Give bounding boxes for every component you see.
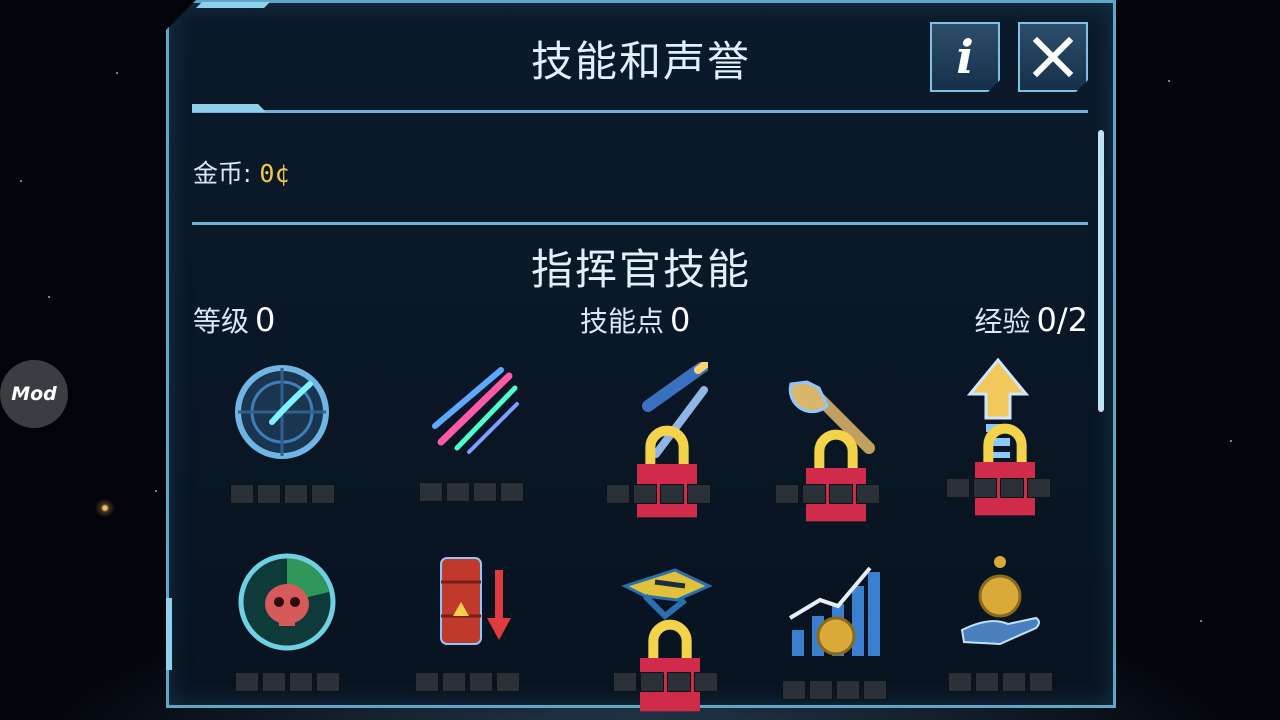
skill-points-stat: 技能点 0	[580, 300, 690, 340]
currency-display: 金币: 0¢	[193, 154, 290, 190]
skill-slot-income[interactable]	[759, 560, 909, 710]
level-stat: 等级 0	[193, 300, 275, 340]
info-button[interactable]: i	[930, 22, 1000, 92]
skill-level-pips	[759, 680, 909, 700]
skill-slot-skull[interactable]	[212, 552, 362, 702]
section-title: 指挥官技能	[530, 245, 751, 294]
lock-icon	[806, 429, 866, 522]
fuel-barrel-down-icon	[440, 557, 511, 645]
skill-level-pips	[590, 672, 740, 692]
mod-button[interactable]: Mod	[0, 360, 68, 428]
lock-icon	[637, 425, 697, 518]
dialog-corner-accent	[196, 2, 270, 8]
skill-level-pips	[583, 484, 733, 504]
dialog-side-accent	[166, 598, 172, 670]
skill-slot-radar[interactable]	[207, 362, 357, 512]
experience-label: 经验	[974, 305, 1031, 338]
section-divider	[192, 222, 1088, 225]
level-value: 0	[255, 301, 276, 339]
skill-level-pips	[207, 484, 357, 504]
skill-slot-upgrade[interactable]	[923, 358, 1073, 516]
lock-icon	[975, 423, 1035, 516]
skill-slot-fighter[interactable]	[590, 556, 740, 712]
lock-icon	[640, 619, 700, 712]
close-button[interactable]	[1018, 22, 1088, 92]
skill-points-value: 0	[670, 301, 691, 339]
skill-level-pips	[392, 672, 542, 692]
skill-slot-fuel[interactable]	[392, 552, 542, 702]
skill-slot-coin-gift[interactable]	[925, 552, 1075, 702]
skill-points-label: 技能点	[580, 305, 665, 338]
skill-slot-comet[interactable]	[396, 362, 546, 512]
close-icon	[1031, 35, 1075, 79]
income-chart-icon	[788, 566, 880, 656]
header-divider-tab	[192, 104, 266, 112]
info-icon: i	[956, 30, 974, 84]
experience-stat: 经验 0/2	[974, 300, 1088, 340]
currency-label: 金币:	[193, 159, 252, 188]
level-label: 等级	[193, 305, 250, 338]
skill-level-pips	[212, 672, 362, 692]
currency-value: 0¢	[259, 159, 290, 188]
radar-scan-icon	[235, 365, 329, 459]
skill-level-pips	[923, 478, 1073, 498]
skull-radar-icon	[238, 553, 336, 651]
coin-hand-icon	[960, 556, 1040, 646]
header-divider	[192, 110, 1088, 113]
skill-level-pips	[925, 672, 1075, 692]
skill-level-pips	[396, 482, 546, 502]
skill-level-pips	[752, 484, 902, 504]
experience-value: 0/2	[1036, 301, 1089, 339]
skill-slot-missile[interactable]	[583, 362, 733, 518]
comet-burst-icon	[432, 367, 519, 454]
skill-slot-repair[interactable]	[752, 362, 902, 522]
